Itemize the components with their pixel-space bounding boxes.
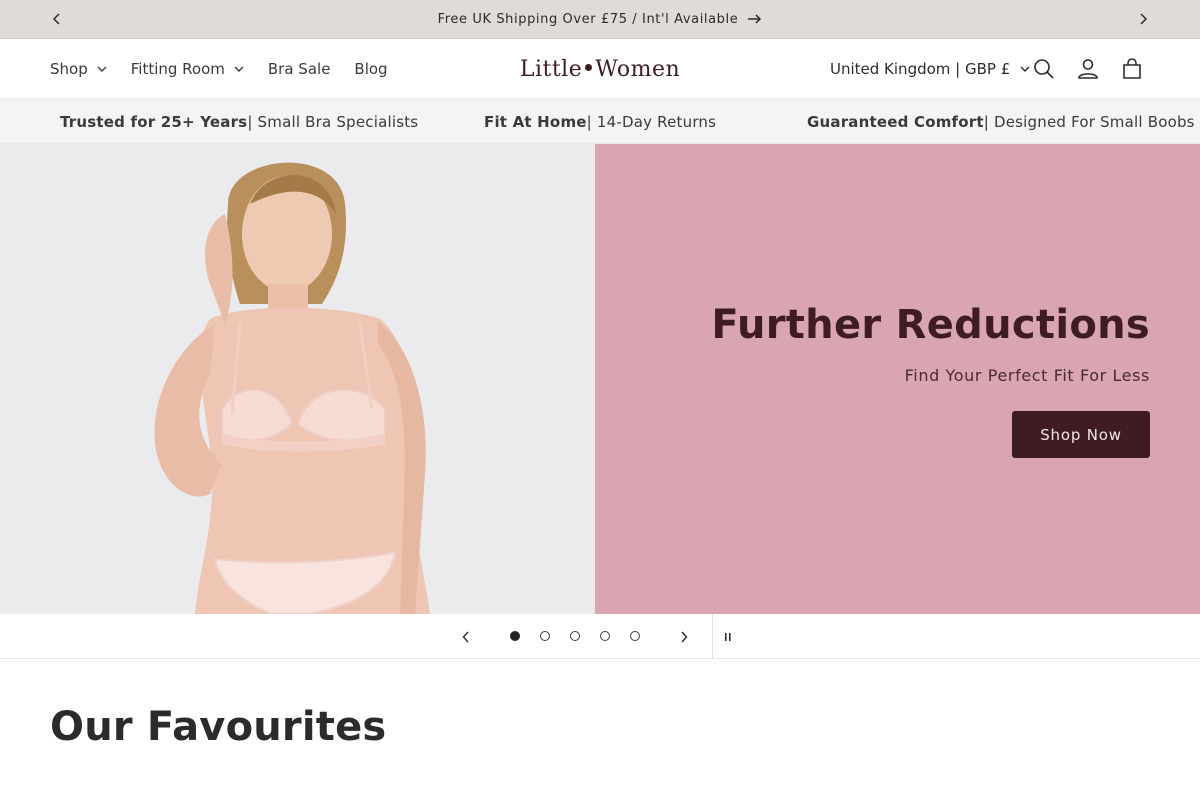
search-icon — [1034, 59, 1054, 79]
slide-prev-button[interactable] — [456, 627, 476, 647]
nav-item-label: Bra Sale — [267, 60, 331, 78]
announcement-text: Free UK Shipping Over £75 / Int'l Availa… — [437, 11, 739, 27]
nav-item-blog[interactable]: Blog — [342, 39, 399, 99]
usp-rest: | 14-Day Returns — [586, 112, 717, 131]
account-icon — [1078, 59, 1098, 79]
hero-title: Further Reductions — [711, 302, 1150, 348]
hero-slideshow: Further Reductions Find Your Perfect Fit… — [0, 144, 1200, 614]
chevron-down-icon — [234, 66, 244, 72]
model-photo — [0, 144, 595, 614]
logo-dot — [585, 64, 593, 71]
logo-text-left: Little — [519, 56, 583, 82]
account-button[interactable] — [1074, 55, 1102, 83]
usp-bold: Trusted for 25+ Years — [60, 112, 248, 131]
logo-text-right: Women — [595, 56, 681, 82]
announcement-link[interactable]: Free UK Shipping Over £75 / Int'l Availa… — [0, 0, 1200, 38]
site-logo[interactable]: Little Women — [500, 39, 700, 99]
site-header: Shop Fitting Room Bra Sale Blog Little W… — [0, 39, 1200, 99]
slide-dot-3[interactable] — [570, 631, 580, 641]
usp-item-fit-at-home: Fit At Home | 14-Day Returns — [484, 99, 716, 144]
slideshow-pause-button[interactable] — [718, 627, 738, 647]
slide-next-button[interactable] — [674, 627, 694, 647]
announcement-bar: Free UK Shipping Over £75 / Int'l Availa… — [0, 0, 1200, 39]
main-nav: Shop Fitting Room Bra Sale Blog — [38, 39, 400, 99]
cart-icon — [1123, 58, 1141, 79]
search-button[interactable] — [1030, 55, 1058, 83]
nav-item-label: Shop — [50, 60, 88, 78]
usp-item-trusted: Trusted for 25+ Years | Small Bra Specia… — [60, 99, 418, 144]
hero-image — [0, 144, 595, 614]
chevron-down-icon — [97, 66, 107, 72]
nav-item-shop[interactable]: Shop — [38, 39, 119, 99]
chevron-left-icon — [462, 631, 469, 643]
nav-item-fitting-room[interactable]: Fitting Room — [119, 39, 256, 99]
chevron-down-icon — [1020, 66, 1030, 72]
slide-dot-1[interactable] — [510, 631, 520, 641]
cart-button[interactable] — [1118, 55, 1146, 83]
our-favourites-heading: Our Favourites — [50, 704, 387, 750]
slide-dot-4[interactable] — [600, 631, 610, 641]
announcement-next-button[interactable] — [1134, 10, 1152, 28]
hero-content-panel: Further Reductions Find Your Perfect Fit… — [595, 144, 1200, 614]
region-selector[interactable]: United Kingdom | GBP £ — [830, 39, 1030, 99]
pause-icon — [725, 633, 731, 641]
hero-subtitle: Find Your Perfect Fit For Less — [904, 366, 1150, 385]
usp-rest: | Small Bra Specialists — [247, 112, 419, 131]
slideshow-controls — [0, 614, 1200, 659]
arrow-right-icon — [748, 14, 762, 24]
slide-dot-2[interactable] — [540, 631, 550, 641]
usp-bold: Guaranteed Comfort — [807, 112, 984, 131]
usp-rest: | Designed For Small Boobs — [983, 112, 1195, 131]
nav-item-label: Blog — [354, 60, 388, 78]
nav-item-bra-sale[interactable]: Bra Sale — [256, 39, 343, 99]
nav-item-label: Fitting Room — [130, 60, 225, 78]
usp-bar: Trusted for 25+ Years | Small Bra Specia… — [0, 99, 1200, 144]
usp-bold: Fit At Home — [484, 112, 587, 131]
shop-now-button[interactable]: Shop Now — [1012, 411, 1150, 458]
region-label: United Kingdom | GBP £ — [830, 60, 1011, 78]
usp-item-comfort: Guaranteed Comfort | Designed For Small … — [807, 99, 1195, 144]
chevron-right-icon — [1140, 13, 1148, 25]
chevron-right-icon — [681, 631, 688, 643]
controls-divider — [712, 614, 713, 659]
slide-dot-5[interactable] — [630, 631, 640, 641]
